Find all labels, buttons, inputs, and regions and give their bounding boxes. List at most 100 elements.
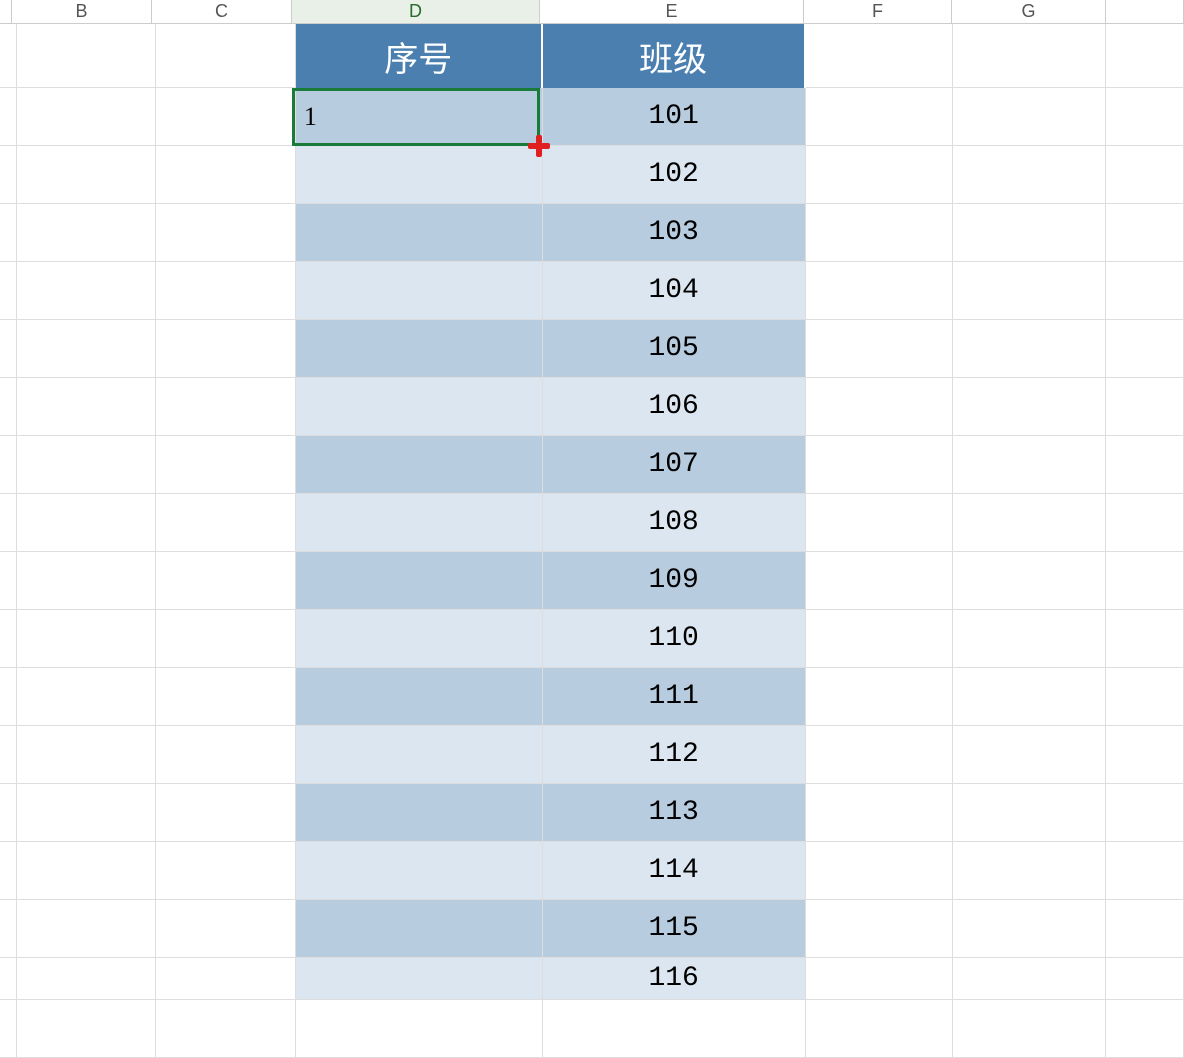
cell[interactable] <box>156 900 295 958</box>
cell[interactable] <box>17 958 156 1000</box>
cell-class[interactable]: 105 <box>543 320 806 378</box>
cell[interactable] <box>0 494 17 552</box>
cell[interactable] <box>0 842 17 900</box>
cell[interactable] <box>953 552 1106 610</box>
cell[interactable] <box>0 610 17 668</box>
cell[interactable] <box>953 668 1106 726</box>
cell[interactable] <box>806 262 953 320</box>
cell[interactable] <box>1106 552 1184 610</box>
cell-sequence[interactable] <box>296 958 543 1000</box>
cell[interactable] <box>1106 842 1184 900</box>
cell[interactable] <box>17 1000 156 1058</box>
cell[interactable] <box>1106 378 1184 436</box>
cell[interactable] <box>806 1000 953 1058</box>
cell[interactable] <box>806 842 953 900</box>
cell[interactable] <box>0 552 17 610</box>
cell[interactable] <box>0 146 17 204</box>
cell-sequence[interactable] <box>296 552 543 610</box>
cell[interactable] <box>806 958 953 1000</box>
cell[interactable] <box>953 320 1106 378</box>
cell[interactable] <box>806 900 953 958</box>
cell-sequence[interactable] <box>296 900 543 958</box>
cell[interactable] <box>156 958 295 1000</box>
cell-class[interactable]: 102 <box>543 146 806 204</box>
cell[interactable] <box>0 204 17 262</box>
cell[interactable] <box>806 668 953 726</box>
cell[interactable] <box>17 378 156 436</box>
cell[interactable] <box>0 668 17 726</box>
cell-class[interactable]: 109 <box>543 552 806 610</box>
cell[interactable] <box>156 262 295 320</box>
cell[interactable] <box>806 88 953 146</box>
cell-class[interactable]: 106 <box>543 378 806 436</box>
cell[interactable] <box>0 320 17 378</box>
cell[interactable] <box>156 784 295 842</box>
cell[interactable] <box>17 494 156 552</box>
cell[interactable] <box>953 1000 1106 1058</box>
cell[interactable] <box>17 146 156 204</box>
col-header-c[interactable]: C <box>152 0 292 23</box>
cell[interactable] <box>156 378 295 436</box>
cell[interactable] <box>0 1000 17 1058</box>
cell-sequence[interactable] <box>296 842 543 900</box>
cell[interactable] <box>1106 436 1184 494</box>
col-header-f[interactable]: F <box>804 0 952 23</box>
cell[interactable] <box>1106 262 1184 320</box>
cell[interactable] <box>953 494 1106 552</box>
cell[interactable] <box>1106 320 1184 378</box>
cell[interactable] <box>17 88 156 146</box>
cell[interactable] <box>17 436 156 494</box>
cell[interactable] <box>17 262 156 320</box>
cell-sequence[interactable] <box>296 726 543 784</box>
cell[interactable] <box>1106 494 1184 552</box>
cell-class[interactable]: 113 <box>543 784 806 842</box>
cell[interactable] <box>17 610 156 668</box>
cell[interactable] <box>1106 24 1184 88</box>
col-header-edge[interactable] <box>0 0 12 23</box>
cell[interactable] <box>953 146 1106 204</box>
cell[interactable] <box>953 726 1106 784</box>
cell-sequence[interactable] <box>296 610 543 668</box>
cell[interactable] <box>156 146 295 204</box>
cell-class[interactable]: 108 <box>543 494 806 552</box>
cell-class[interactable]: 104 <box>543 262 806 320</box>
cell[interactable] <box>1106 726 1184 784</box>
cell[interactable] <box>156 436 295 494</box>
cell[interactable] <box>0 24 17 88</box>
cell[interactable] <box>17 552 156 610</box>
cell[interactable] <box>806 146 953 204</box>
cell[interactable] <box>1106 668 1184 726</box>
cell-sequence[interactable] <box>296 494 543 552</box>
cell[interactable] <box>156 494 295 552</box>
cell[interactable] <box>806 320 953 378</box>
cell[interactable] <box>0 900 17 958</box>
cell[interactable] <box>17 900 156 958</box>
cell[interactable] <box>1106 88 1184 146</box>
cell[interactable] <box>0 726 17 784</box>
cell[interactable] <box>1106 1000 1184 1058</box>
cell[interactable] <box>1106 146 1184 204</box>
cell-class[interactable]: 111 <box>543 668 806 726</box>
cell-class[interactable]: 101 <box>543 88 806 146</box>
cell[interactable] <box>156 1000 295 1058</box>
cell-sequence[interactable] <box>296 320 543 378</box>
cell[interactable] <box>1106 900 1184 958</box>
cell[interactable] <box>0 958 17 1000</box>
cell[interactable] <box>953 378 1106 436</box>
cell[interactable] <box>296 1000 543 1058</box>
cell[interactable] <box>156 88 295 146</box>
cell-class[interactable]: 112 <box>543 726 806 784</box>
cell[interactable] <box>17 668 156 726</box>
cell[interactable] <box>156 320 295 378</box>
cell[interactable] <box>0 378 17 436</box>
cell[interactable] <box>156 668 295 726</box>
col-header-h[interactable] <box>1106 0 1184 23</box>
cell[interactable] <box>806 552 953 610</box>
cell[interactable] <box>1106 958 1184 1000</box>
cell-class[interactable]: 115 <box>543 900 806 958</box>
cell[interactable] <box>806 378 953 436</box>
cell[interactable] <box>953 900 1106 958</box>
cell-class[interactable]: 107 <box>543 436 806 494</box>
col-header-d[interactable]: D <box>292 0 540 23</box>
cell[interactable] <box>806 24 953 88</box>
